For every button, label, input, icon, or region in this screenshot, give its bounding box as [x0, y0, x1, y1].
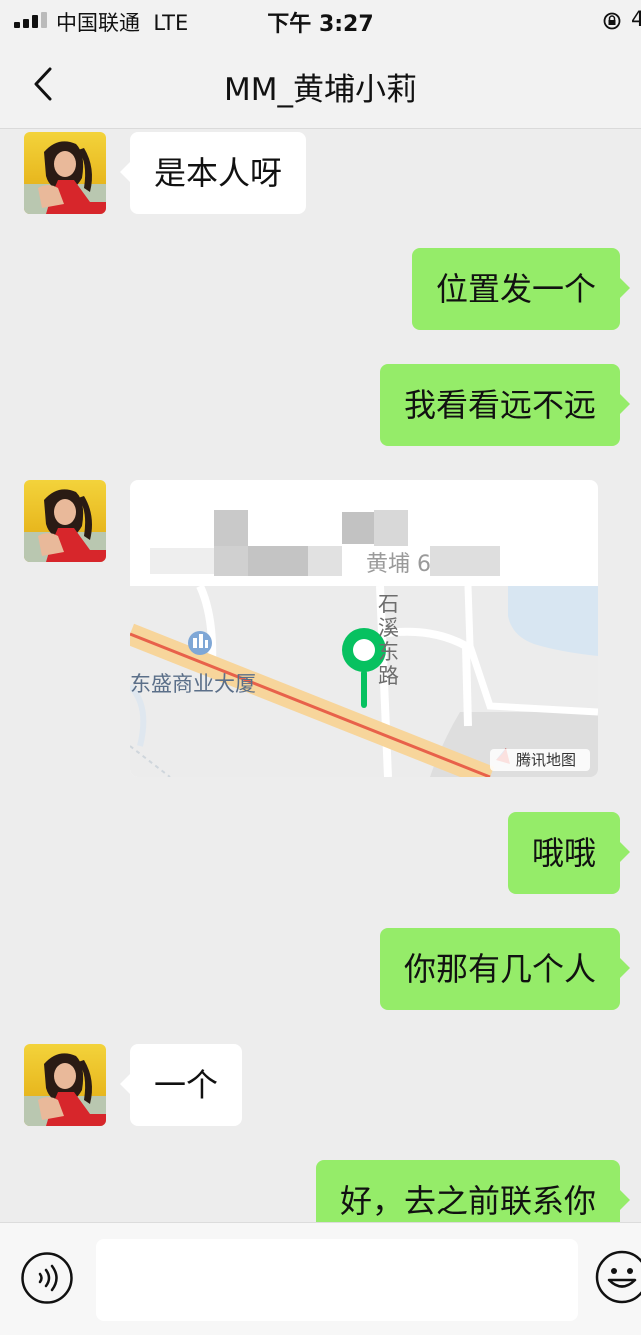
- message-input[interactable]: [96, 1239, 578, 1321]
- redacted-block: [248, 546, 308, 576]
- contact-avatar[interactable]: [24, 480, 106, 562]
- redacted-block: [214, 546, 248, 576]
- message-bubble-outgoing[interactable]: 我看看远不远: [379, 364, 631, 446]
- location-message-card[interactable]: 黄埔 651号 东盛商业大厦 石溪东路 腾讯地图: [130, 480, 598, 777]
- map-poi-label: 东盛商业大厦: [130, 672, 256, 696]
- message-bubble-outgoing[interactable]: 你那有几个人: [379, 928, 631, 1010]
- redacted-block: [214, 510, 248, 546]
- battery-level: 4: [631, 7, 641, 31]
- contact-avatar[interactable]: [24, 132, 106, 214]
- input-bar: [0, 1222, 641, 1335]
- clock: 下午 3:27: [267, 12, 374, 37]
- map-road-label: 石溪东路: [378, 592, 399, 688]
- chat-header: MM_黄埔小莉: [0, 44, 641, 129]
- message-bubble-outgoing[interactable]: 哦哦: [507, 812, 631, 894]
- emoji-icon[interactable]: [594, 1249, 641, 1305]
- message-bubble-outgoing[interactable]: 位置发一个: [411, 248, 631, 330]
- redacted-block: [374, 510, 408, 546]
- message-bubble-incoming[interactable]: 是本人呀: [119, 132, 307, 214]
- redacted-block: [342, 512, 376, 544]
- orientation-lock-icon: [603, 12, 621, 30]
- message-bubble-incoming[interactable]: 一个: [119, 1044, 243, 1126]
- chat-title[interactable]: MM_黄埔小莉: [0, 64, 641, 109]
- map-provider-badge: 腾讯地图: [490, 749, 590, 771]
- status-bar: 中国联通 LTE 下午 3:27 4: [0, 0, 641, 44]
- redacted-block: [430, 546, 500, 576]
- message-list[interactable]: 是本人呀 位置发一个 我看看远不远 黄埔 651号 东盛商业大厦 石溪东路 腾讯…: [0, 129, 641, 1222]
- redacted-block: [308, 546, 342, 576]
- voice-icon[interactable]: [20, 1251, 74, 1305]
- contact-avatar[interactable]: [24, 1044, 106, 1126]
- location-map-preview[interactable]: 东盛商业大厦 石溪东路 腾讯地图: [130, 586, 598, 777]
- message-bubble-outgoing[interactable]: 好，去之前联系你: [315, 1160, 631, 1222]
